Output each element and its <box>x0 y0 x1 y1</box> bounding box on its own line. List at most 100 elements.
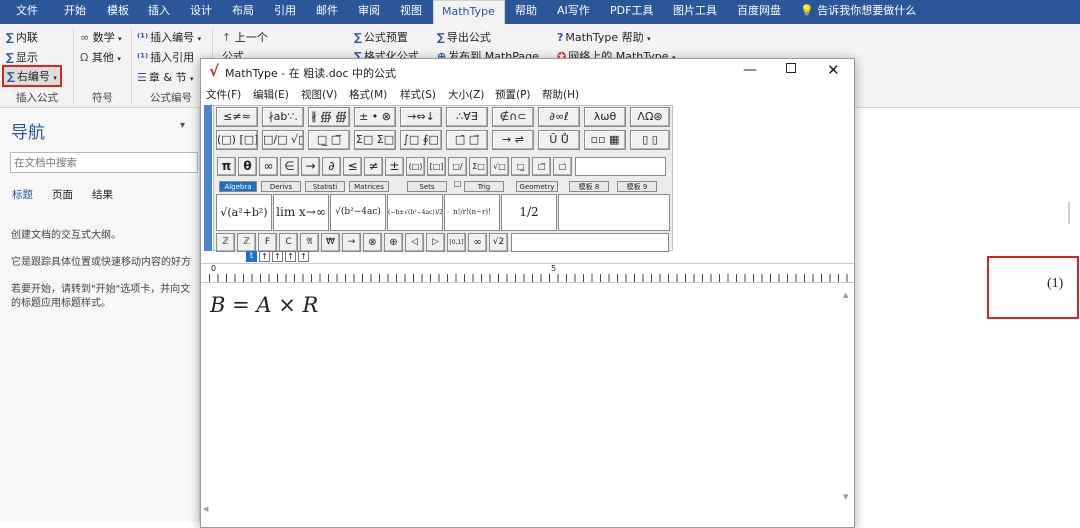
palette-greek-lower[interactable]: λωθ <box>584 107 626 127</box>
mathtype-help-button[interactable]: ? MathType 帮助 ▾ <box>557 29 651 45</box>
tab-home[interactable]: 开始 <box>64 0 86 24</box>
tab-pdf-tools[interactable]: PDF工具 <box>610 0 653 24</box>
palette-relations[interactable]: ≤≠≈ <box>216 107 258 127</box>
menu-format[interactable]: 格式(M) <box>349 87 387 102</box>
insert-reference-button[interactable]: ⁽¹⁾ 插入引用 <box>137 49 194 65</box>
symbol-fraction[interactable]: □/□ <box>448 157 467 188</box>
mathtype-ruler[interactable]: 0 5 <box>201 263 854 283</box>
tab-template-8[interactable]: 模板 8 <box>569 181 609 192</box>
tab-ai-writing[interactable]: AI写作 <box>557 0 590 24</box>
palette-sums[interactable]: Σ□ Σ□ <box>354 130 396 150</box>
maximize-icon[interactable] <box>786 63 796 73</box>
symbol-right-arrow[interactable]: → <box>301 157 320 176</box>
right-number-button[interactable]: ∑ 右编号 ▾ <box>2 65 62 87</box>
palette-fractions[interactable]: □/□ √□ <box>262 130 304 150</box>
palette-greek-upper[interactable]: ΛΩ⊛ <box>630 107 670 127</box>
symbol-otimes[interactable]: ⊗ <box>363 233 382 252</box>
tell-me-box[interactable]: 💡 告诉我你想要做什么 <box>800 0 916 24</box>
symbol-integers-1[interactable]: ℤ <box>216 233 235 252</box>
inline-button[interactable]: ∑ 内联 <box>6 29 38 45</box>
symbol-dot[interactable]: □̇ <box>553 157 572 176</box>
scroll-left-icon[interactable]: ◀ <box>203 505 208 513</box>
equation-number[interactable]: (1) <box>1047 276 1063 292</box>
tab-view[interactable]: 视图 <box>400 0 422 24</box>
equation-preset-button[interactable]: ∑ 公式预置 <box>354 29 408 45</box>
template-discriminant[interactable]: √(b²−4ac) <box>330 194 386 231</box>
palette-matrices[interactable]: ▫▫ ▦ <box>584 130 626 150</box>
menu-help[interactable]: 帮助(H) <box>542 87 579 102</box>
template-limit[interactable]: lim x→∞ <box>273 194 329 231</box>
symbol-brackets[interactable]: [□] <box>427 157 446 176</box>
palette-fences[interactable]: (□) [□] <box>216 130 258 150</box>
symbol-plus-minus[interactable]: ± <box>385 157 404 176</box>
nav-tab-headings[interactable]: 标题 <box>12 187 33 202</box>
tab-references[interactable]: 引用 <box>274 0 296 24</box>
symbol-less-equal[interactable]: ≤ <box>343 157 362 176</box>
tab-derivs[interactable]: Derivs <box>261 181 301 192</box>
math-symbols-button[interactable]: ∞ 数学 ▾ <box>80 29 122 45</box>
symbol-interval[interactable]: [0,1] <box>447 233 466 252</box>
tab-help[interactable]: 帮助 <box>515 0 537 24</box>
tab-image-tools[interactable]: 图片工具 <box>673 0 717 24</box>
mathtype-edit-area[interactable]: B = A × R ▲ ▼ ◀ <box>201 287 854 527</box>
tab-template-9[interactable]: 模板 9 <box>617 181 657 192</box>
tab-sets[interactable]: Sets <box>407 181 447 192</box>
symbol-sqrt[interactable]: √□ <box>490 157 509 176</box>
tab-stop-center[interactable]: ↑ <box>259 251 270 262</box>
template-empty-slot[interactable] <box>558 194 670 231</box>
tab-stop-decimal[interactable]: ↑ <box>298 251 309 262</box>
tab-file[interactable]: 文件 <box>16 0 38 24</box>
nav-tab-results[interactable]: 结果 <box>92 187 113 202</box>
symbol-parens[interactable]: (□) <box>406 157 425 176</box>
palette-sets[interactable]: ∉∩⊂ <box>492 107 534 127</box>
palette-spaces[interactable]: ∤ab∵. <box>262 107 304 127</box>
symbol-pi[interactable]: π <box>217 157 236 176</box>
palette-operators[interactable]: ± • ⊗ <box>354 107 396 127</box>
export-equations-button[interactable]: ∑ 导出公式 <box>437 29 491 45</box>
tab-trig[interactable]: Trig <box>464 181 504 192</box>
symbol-infinity-2[interactable]: ∞ <box>468 233 487 252</box>
scroll-up-icon[interactable]: ▲ <box>843 291 848 299</box>
symbol-arrow-small[interactable]: → <box>342 233 361 252</box>
tab-review[interactable]: 审阅 <box>358 0 380 24</box>
palette-boxes[interactable]: ▯ ▯ <box>630 130 670 150</box>
menu-size[interactable]: 大小(Z) <box>448 87 484 102</box>
palette-misc[interactable]: ∂∞ℓ <box>538 107 580 127</box>
tab-matrices[interactable]: Matrices <box>349 181 389 192</box>
symbol-subscript[interactable]: □̲ <box>511 157 530 176</box>
tab-geometry[interactable]: Geometry <box>516 181 558 192</box>
symbol-right-triangle[interactable]: ▷ <box>426 233 445 252</box>
template-pythagoras[interactable]: √(a²+b²) <box>216 194 272 231</box>
tab-layout[interactable]: 布局 <box>232 0 254 24</box>
nav-tab-pages[interactable]: 页面 <box>52 187 73 202</box>
nav-options-icon[interactable]: ▾ <box>180 120 185 131</box>
template-quadratic[interactable]: (−b±√(b²−4ac))/2a <box>387 194 443 231</box>
nav-search-input[interactable] <box>11 153 191 172</box>
menu-edit[interactable]: 编辑(E) <box>253 87 289 102</box>
nav-search-box[interactable] <box>10 152 198 173</box>
tab-algebra[interactable]: Algebra <box>219 181 257 192</box>
empty-symbol-slot[interactable] <box>511 233 669 252</box>
minimize-icon[interactable]: — <box>743 62 757 78</box>
close-icon[interactable]: ✕ <box>827 61 840 79</box>
symbol-left-triangle[interactable]: ◁ <box>405 233 424 252</box>
symbol-field[interactable]: F <box>258 233 277 252</box>
menu-preferences[interactable]: 预置(P) <box>495 87 531 102</box>
symbol-theta[interactable]: θ <box>238 157 257 176</box>
template-combination[interactable]: n!/r!(n−r)! <box>444 194 500 231</box>
symbol-fraktur[interactable]: 𝔄 <box>300 233 319 252</box>
tab-baidu-netdisk[interactable]: 百度网盘 <box>737 0 781 24</box>
symbol-element-of[interactable]: ∈ <box>280 157 299 176</box>
tab-templates[interactable]: 模板 <box>107 0 129 24</box>
previous-button[interactable]: ↑ 上一个 <box>222 29 268 45</box>
chapter-section-button[interactable]: ☰ 章 & 节 ▾ <box>137 69 193 85</box>
menu-style[interactable]: 样式(S) <box>400 87 436 102</box>
tab-mathtype[interactable]: MathType <box>433 0 505 24</box>
palette-embellishments[interactable]: ∦ ∰ ∰ <box>308 107 350 127</box>
palette-logic[interactable]: ∴∀∃ <box>446 107 488 127</box>
menu-view[interactable]: 视图(V) <box>301 87 337 102</box>
symbol-integers-2[interactable]: ℤ <box>237 233 256 252</box>
tab-stop-relation[interactable]: ↑ <box>285 251 296 262</box>
palette-bars[interactable]: □̄ □⃗ <box>446 130 488 150</box>
palette-labeled-arrows[interactable]: → ⇌ <box>492 130 534 150</box>
